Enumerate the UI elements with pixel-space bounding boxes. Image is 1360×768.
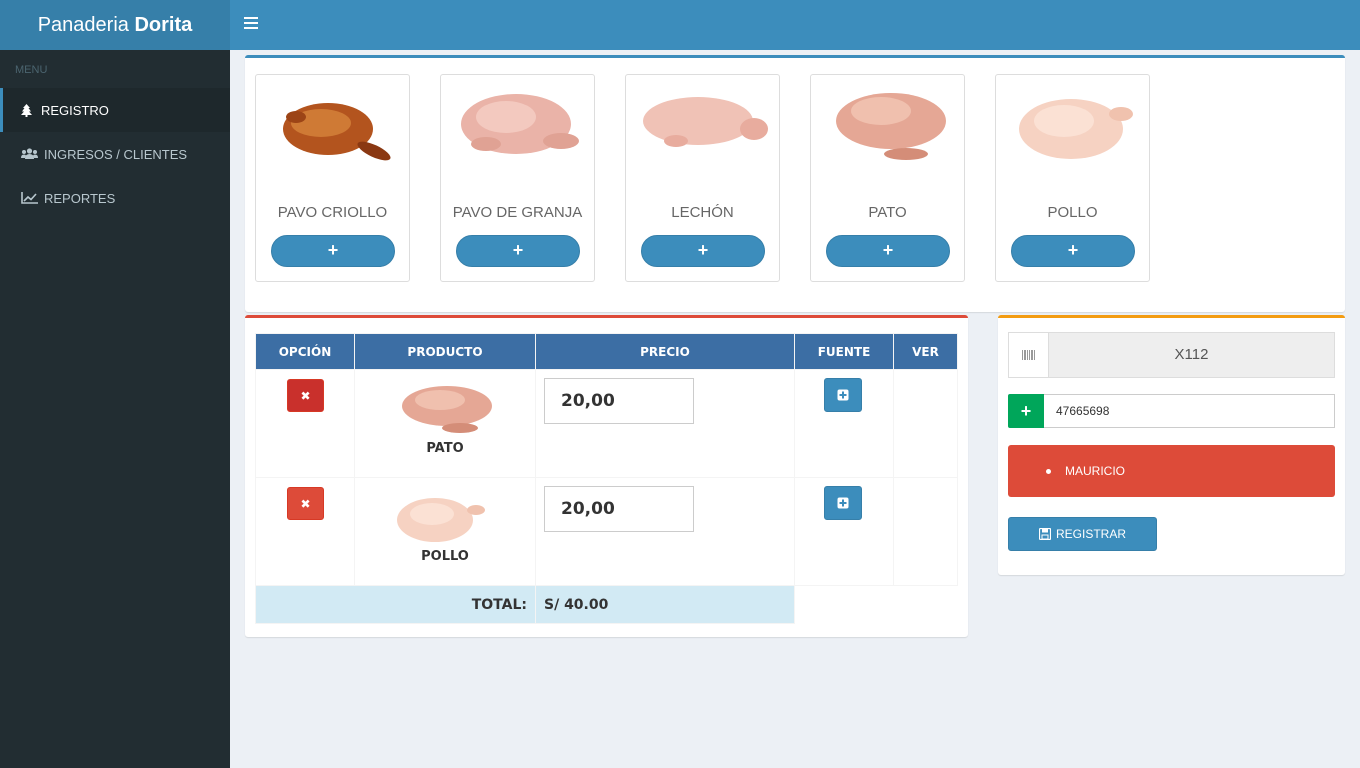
brand-bold: Dorita	[134, 14, 193, 36]
product-card: POLLO +	[995, 74, 1150, 282]
cart-panel: OPCIÓN PRODUCTO PRECIO FUENTE VER ✖ PATO…	[245, 315, 968, 637]
product-name: PATO	[868, 204, 907, 221]
remove-item-button[interactable]: ✖	[287, 379, 324, 412]
cart-product-image-pollo	[397, 498, 485, 542]
add-product-button[interactable]: +	[456, 235, 580, 267]
add-product-button[interactable]: +	[1011, 235, 1135, 267]
code-display: X112	[1049, 333, 1334, 377]
close-icon: ✖	[300, 388, 311, 403]
cart-product-name: POLLO	[421, 549, 469, 564]
product-card: PAVO DE GRANJA +	[440, 74, 595, 282]
product-image-lechon	[643, 97, 768, 147]
total-label: TOTAL:	[255, 585, 536, 624]
line-chart-icon	[20, 192, 38, 204]
sidebar-item-label: INGRESOS / CLIENTES	[44, 146, 188, 162]
phone-group: +	[1008, 394, 1335, 428]
top-navbar	[230, 0, 1360, 50]
product-name: POLLO	[1047, 204, 1098, 221]
table-row: ✖ PATO	[255, 369, 958, 478]
product-name: LECHÓN	[671, 204, 734, 221]
cart-product-image-pato	[402, 386, 492, 433]
product-name: PAVO DE GRANJA	[452, 204, 583, 221]
save-icon	[1038, 528, 1051, 540]
sidebar-item-label: REPORTES	[44, 190, 116, 206]
source-cell	[794, 369, 894, 478]
product-name: PAVO CRIOLLO	[277, 204, 388, 221]
sidebar-item-reportes[interactable]: REPORTES	[0, 176, 230, 220]
code-group: X112	[1008, 332, 1335, 378]
view-cell	[893, 477, 958, 586]
product-image-pato	[836, 93, 946, 160]
sidebar: MENU REGISTRO INGRESOS / CLIENTES REPORT…	[0, 50, 230, 768]
sidebar-item-registro[interactable]: REGISTRO	[0, 88, 230, 132]
table-row: ✖ POLLO	[255, 477, 958, 586]
option-cell: ✖	[255, 369, 355, 478]
plus-square-icon	[837, 389, 849, 401]
product-cell: PATO	[354, 369, 536, 478]
cart-product-name: PATO	[426, 441, 464, 456]
view-cell	[893, 369, 958, 478]
tree-icon	[17, 103, 35, 117]
menu-header: MENU	[15, 64, 48, 76]
bullet-icon	[1046, 468, 1051, 474]
column-header-precio: PRECIO	[535, 333, 795, 370]
brand-light: Panaderia	[37, 14, 129, 36]
total-value: S/ 40.00	[535, 585, 795, 624]
product-image-pavo-criollo	[283, 103, 391, 161]
sidebar-toggle-icon[interactable]	[244, 17, 258, 29]
phone-input[interactable]	[1044, 394, 1335, 428]
column-header-ver: VER	[893, 333, 958, 370]
column-header-producto: PRODUCTO	[354, 333, 536, 370]
register-button[interactable]: REGISTRAR	[1008, 517, 1157, 551]
sidebar-item-label: REGISTRO	[41, 102, 109, 118]
register-panel: X112 + MAURICIO REGISTRAR	[998, 315, 1345, 575]
total-spacer	[795, 586, 958, 624]
add-product-button[interactable]: +	[826, 235, 950, 267]
product-card: PATO +	[810, 74, 965, 282]
column-header-opcion: OPCIÓN	[255, 333, 355, 370]
column-header-fuente: FUENTE	[794, 333, 894, 370]
add-product-button[interactable]: +	[641, 235, 765, 267]
add-client-button[interactable]: +	[1008, 394, 1044, 428]
barcode-icon	[1009, 333, 1049, 377]
price-input[interactable]	[544, 486, 694, 532]
cart-table: OPCIÓN PRODUCTO PRECIO FUENTE VER ✖ PATO…	[255, 333, 958, 624]
product-card: LECHÓN +	[625, 74, 780, 282]
product-image-pollo	[1019, 99, 1133, 159]
close-icon: ✖	[300, 496, 311, 511]
sidebar-item-ingresos-clientes[interactable]: INGRESOS / CLIENTES	[0, 132, 230, 176]
app-logo[interactable]: Panaderia Dorita	[0, 0, 230, 50]
price-cell	[535, 477, 795, 586]
add-product-button[interactable]: +	[271, 235, 395, 267]
client-alert: MAURICIO	[1008, 445, 1335, 497]
plus-square-icon	[837, 497, 849, 509]
price-input[interactable]	[544, 378, 694, 424]
source-button[interactable]	[824, 378, 862, 412]
product-catalog: PAVO CRIOLLO + PAVO DE GRANJA + LECHÓN +…	[245, 55, 1345, 312]
source-cell	[794, 477, 894, 586]
product-cell: POLLO	[354, 477, 536, 586]
product-image-pavo-de-granja	[461, 94, 579, 154]
remove-item-button[interactable]: ✖	[287, 487, 324, 520]
option-cell: ✖	[255, 477, 355, 586]
register-button-label: REGISTRAR	[1055, 527, 1126, 541]
users-icon	[20, 148, 38, 160]
source-button[interactable]	[824, 486, 862, 520]
client-name: MAURICIO	[1065, 464, 1125, 478]
plus-icon: +	[1020, 400, 1032, 421]
price-cell	[535, 369, 795, 478]
total-row: TOTAL: S/ 40.00	[255, 585, 958, 624]
product-card: PAVO CRIOLLO +	[255, 74, 410, 282]
